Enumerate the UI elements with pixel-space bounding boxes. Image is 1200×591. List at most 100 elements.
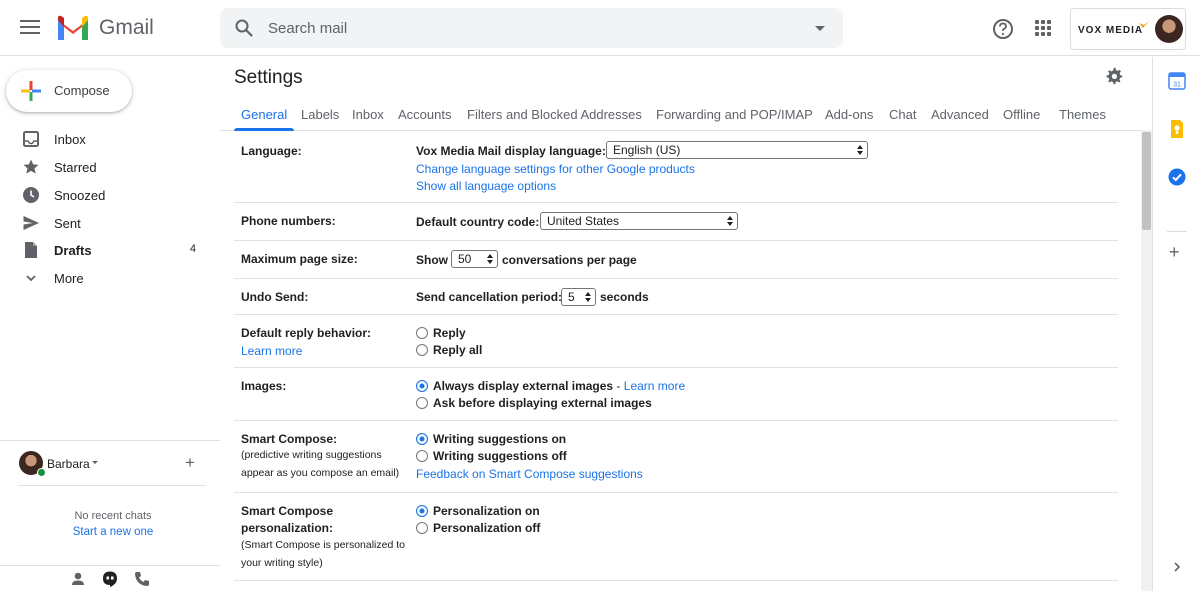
always-display-images-label[interactable]: Always display external images - Learn m… (433, 379, 685, 393)
reply-all-radio[interactable] (416, 344, 428, 356)
select-value: 50 (458, 252, 472, 266)
ask-before-images-label[interactable]: Ask before displaying external images (433, 396, 652, 410)
select-arrows-icon (857, 145, 863, 155)
smart-compose-feedback-link[interactable]: Feedback on Smart Compose suggestions (416, 467, 643, 481)
setting-row-language: Language: Vox Media Mail display languag… (234, 131, 1118, 203)
setting-description: your writing style) (241, 557, 323, 569)
contacts-person-icon[interactable] (69, 570, 87, 588)
setting-row-phone: Phone numbers: Default country code: Uni… (234, 203, 1118, 241)
option-text: Always display external images (433, 379, 614, 393)
tab-general[interactable]: General (241, 107, 287, 122)
online-status-icon (37, 468, 46, 477)
nav-label: Inbox (54, 132, 86, 147)
personalization-off-radio[interactable] (416, 522, 428, 534)
personalization-on-label[interactable]: Personalization on (433, 504, 540, 518)
scrollbar-thumb[interactable] (1142, 132, 1151, 230)
tab-add-ons[interactable]: Add-ons (825, 107, 873, 122)
tab-filters[interactable]: Filters and Blocked Addresses (467, 107, 642, 122)
page-title: Settings (234, 67, 303, 88)
ask-before-images-radio[interactable] (416, 397, 428, 409)
app-name: Gmail (99, 16, 154, 39)
setting-label: Smart Compose (241, 504, 334, 518)
divider (1167, 231, 1187, 232)
select-arrows-icon (727, 216, 733, 226)
always-display-images-radio[interactable] (416, 380, 428, 392)
inbox-icon (23, 131, 39, 147)
tab-chat[interactable]: Chat (889, 107, 916, 122)
search-icon[interactable] (234, 18, 254, 38)
start-new-chat-link[interactable]: Start a new one (0, 526, 226, 538)
chevron-down-icon[interactable] (92, 461, 98, 464)
personalization-on-radio[interactable] (416, 505, 428, 517)
writing-suggestions-off-radio[interactable] (416, 450, 428, 462)
tab-advanced[interactable]: Advanced (931, 107, 989, 122)
writing-suggestions-off-label[interactable]: Writing suggestions off (433, 449, 567, 463)
main-menu-icon[interactable] (18, 16, 42, 40)
tab-inbox[interactable]: Inbox (352, 107, 384, 122)
show-all-languages-link[interactable]: Show all language options (416, 179, 556, 193)
tab-accounts[interactable]: Accounts (398, 107, 451, 122)
country-code-select[interactable]: United States (540, 212, 738, 230)
page-size-select[interactable]: 50 (451, 250, 498, 268)
get-add-ons-plus-icon[interactable]: + (1169, 243, 1180, 261)
new-chat-plus-icon[interactable]: + (185, 454, 195, 471)
search-options-chevron-down-icon[interactable] (815, 26, 825, 31)
send-icon (23, 216, 39, 230)
tasks-icon[interactable] (1167, 167, 1187, 187)
nav-item-sent[interactable]: Sent (0, 210, 210, 236)
setting-row-images: Images: Always display external images -… (234, 368, 1118, 421)
nav-item-starred[interactable]: Starred (0, 154, 210, 180)
tab-themes[interactable]: Themes (1059, 107, 1106, 122)
nav-item-inbox[interactable]: Inbox (0, 126, 210, 152)
chat-user-name[interactable]: Barbara (47, 457, 90, 471)
reply-all-option-label[interactable]: Reply all (433, 343, 482, 357)
writing-suggestions-on-radio[interactable] (416, 433, 428, 445)
clock-icon (23, 187, 39, 203)
account-avatar[interactable] (1155, 15, 1183, 43)
country-code-label: Default country code: (416, 215, 540, 229)
display-language-select[interactable]: English (US) (606, 141, 868, 159)
hangouts-quote-icon[interactable] (101, 570, 119, 588)
nav-item-drafts[interactable]: Drafts 4 (0, 237, 210, 263)
draft-icon (25, 242, 37, 258)
cancellation-period-select[interactable]: 5 (561, 288, 596, 306)
setting-description: (Smart Compose is personalized to (241, 539, 405, 551)
reply-radio[interactable] (416, 327, 428, 339)
no-recent-chats-text: No recent chats (74, 510, 152, 522)
personalization-off-label[interactable]: Personalization off (433, 521, 540, 535)
nav-item-snoozed[interactable]: Snoozed (0, 182, 210, 208)
page-size-suffix: conversations per page (502, 253, 637, 267)
writing-suggestions-on-label[interactable]: Writing suggestions on (433, 432, 566, 446)
change-language-other-products-link[interactable]: Change language settings for other Googl… (416, 162, 695, 176)
cancellation-period-suffix: seconds (600, 290, 649, 304)
gear-icon[interactable] (1105, 67, 1123, 85)
show-label: Show (416, 253, 448, 267)
tab-offline[interactable]: Offline (1003, 107, 1040, 122)
gmail-logo[interactable] (56, 14, 90, 42)
reply-learn-more-link[interactable]: Learn more (241, 344, 302, 358)
separator: - (613, 379, 624, 393)
phone-icon[interactable] (133, 570, 151, 588)
tab-labels[interactable]: Labels (301, 107, 339, 122)
cancellation-period-label: Send cancellation period: (416, 290, 563, 304)
setting-label: Images: (241, 379, 287, 393)
compose-button[interactable]: Compose (6, 70, 132, 112)
search-input[interactable] (268, 8, 788, 48)
search-bar[interactable] (220, 8, 843, 48)
setting-row-personalization: Smart Compose personalization: (Smart Co… (234, 493, 1118, 581)
account-switcher[interactable]: VOX MEDIA (1070, 8, 1186, 50)
nav-item-more[interactable]: More (0, 265, 210, 291)
select-value: English (US) (613, 143, 681, 157)
images-learn-more-link[interactable]: Learn more (624, 379, 685, 393)
help-icon[interactable] (992, 18, 1014, 40)
select-value: United States (547, 214, 620, 228)
side-panel: 31 + (1152, 57, 1200, 591)
calendar-icon[interactable]: 31 (1167, 71, 1187, 91)
select-arrows-icon (487, 254, 493, 264)
top-bar: Gmail VOX MEDIA (0, 0, 1200, 56)
tab-forwarding[interactable]: Forwarding and POP/IMAP (656, 107, 813, 122)
reply-option-label[interactable]: Reply (433, 326, 466, 340)
keep-icon[interactable] (1167, 119, 1187, 139)
google-apps-icon[interactable] (1035, 20, 1051, 36)
chevron-right-icon[interactable] (1171, 561, 1183, 573)
